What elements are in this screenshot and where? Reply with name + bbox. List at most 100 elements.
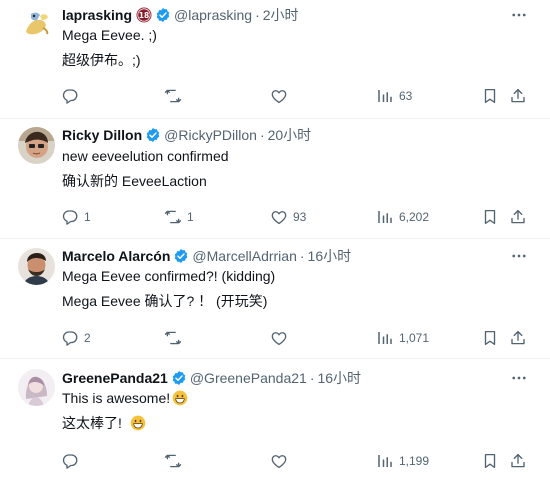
- view-count: 63: [399, 89, 413, 103]
- reply-icon: [61, 208, 79, 226]
- retweet-button[interactable]: 1: [164, 207, 194, 227]
- timestamp[interactable]: 2小时: [263, 5, 299, 25]
- reply-button[interactable]: [61, 86, 84, 106]
- tweet[interactable]: Marcelo Alarcón @MarcellAdrrian · 16小时 M…: [0, 239, 550, 359]
- like-button[interactable]: 93: [270, 207, 306, 227]
- display-name[interactable]: Ricky Dillon: [62, 127, 142, 143]
- share-button[interactable]: [509, 207, 527, 227]
- like-icon: [270, 329, 288, 347]
- handle[interactable]: @laprasking: [174, 7, 252, 23]
- tweet-header: Marcelo Alarcón @MarcellAdrrian · 16小时: [62, 246, 351, 266]
- display-name[interactable]: Marcelo Alarcón: [62, 248, 170, 264]
- tweet-translation: Mega Eevee 确认了? ！ (开玩笑): [62, 293, 268, 309]
- tweet-translation-content: 这太棒了!: [62, 415, 122, 431]
- retweet-icon: [164, 208, 182, 226]
- retweet-icon: [164, 87, 182, 105]
- reply-button[interactable]: [61, 451, 84, 471]
- timestamp[interactable]: 16小时: [308, 246, 352, 266]
- retweet-icon: [164, 329, 182, 347]
- views-button[interactable]: 1,199: [376, 451, 429, 471]
- view-count: 6,202: [399, 210, 430, 224]
- handle[interactable]: @RickyPDillon: [164, 127, 257, 143]
- age-badge-icon: 18: [136, 7, 152, 23]
- share-button[interactable]: [509, 86, 527, 106]
- views-icon: [376, 208, 394, 226]
- action-bar: 1,199: [0, 451, 550, 471]
- like-button[interactable]: [270, 328, 293, 348]
- like-icon: [270, 208, 288, 226]
- avatar[interactable]: [18, 6, 55, 43]
- retweet-count: 1: [187, 210, 194, 224]
- age-badge-text: 18: [139, 11, 149, 20]
- tweet-text: Mega Eevee. ;): [62, 27, 157, 43]
- display-name[interactable]: laprasking: [62, 7, 132, 23]
- action-bar: 63: [0, 86, 550, 106]
- view-count: 1,199: [399, 454, 430, 468]
- share-icon: [509, 87, 527, 105]
- like-button[interactable]: [270, 451, 293, 471]
- reply-icon: [61, 87, 79, 105]
- views-button[interactable]: 63: [376, 86, 412, 106]
- verified-badge-icon: [173, 248, 189, 264]
- separator-dot: ·: [259, 127, 265, 143]
- reply-icon: [61, 329, 79, 347]
- tweet-translation: 这太棒了!: [62, 414, 146, 432]
- bookmark-button[interactable]: [481, 207, 499, 227]
- view-count: 1,071: [399, 331, 430, 345]
- bookmark-icon: [481, 452, 499, 470]
- tweet-translation: 超级伊布。;): [62, 52, 141, 68]
- bookmark-button[interactable]: [481, 328, 499, 348]
- tweet-header: laprasking 18 @laprasking · 2小时: [62, 5, 299, 25]
- tweet-text: new eeveelution confirmed: [62, 148, 229, 164]
- reply-count: 1: [84, 210, 91, 224]
- share-icon: [509, 329, 527, 347]
- grinning-emoji-icon: [130, 415, 146, 431]
- bookmark-icon: [481, 208, 499, 226]
- views-icon: [376, 87, 394, 105]
- handle[interactable]: @GreenePanda21: [190, 370, 307, 386]
- action-bar: 1 1 93 6,202: [0, 207, 550, 227]
- more-icon[interactable]: [510, 247, 528, 265]
- share-button[interactable]: [509, 328, 527, 348]
- separator-dot: ·: [299, 248, 305, 264]
- more-icon[interactable]: [510, 6, 528, 24]
- timestamp[interactable]: 20小时: [268, 125, 312, 145]
- timestamp[interactable]: 16小时: [317, 368, 361, 388]
- bookmark-button[interactable]: [481, 86, 499, 106]
- reply-button[interactable]: 1: [61, 207, 91, 227]
- views-icon: [376, 452, 394, 470]
- tweet-text: This is awesome!: [62, 389, 188, 407]
- tweet-header: Ricky Dillon @RickyPDillon · 20小时: [62, 125, 311, 145]
- reply-count: 2: [84, 331, 91, 345]
- retweet-button[interactable]: [164, 451, 187, 471]
- tweet[interactable]: laprasking 18 @laprasking · 2小时 Mega Eev…: [0, 0, 550, 119]
- grinning-emoji-icon: [172, 390, 188, 406]
- share-button[interactable]: [509, 451, 527, 471]
- verified-badge-icon: [155, 7, 171, 23]
- tweet-text: Mega Eevee confirmed?! (kidding): [62, 268, 276, 284]
- verified-badge-icon: [145, 127, 161, 143]
- avatar[interactable]: [18, 369, 55, 406]
- like-button[interactable]: [270, 86, 293, 106]
- bookmark-icon: [481, 87, 499, 105]
- views-button[interactable]: 1,071: [376, 328, 429, 348]
- retweet-button[interactable]: [164, 86, 187, 106]
- avatar[interactable]: [18, 248, 55, 285]
- like-count: 93: [293, 210, 307, 224]
- display-name[interactable]: GreenePanda21: [62, 370, 168, 386]
- separator-dot: ·: [255, 7, 260, 23]
- tweet-text-content: This is awesome!: [62, 390, 171, 406]
- bookmark-button[interactable]: [481, 451, 499, 471]
- views-icon: [376, 329, 394, 347]
- avatar[interactable]: [18, 127, 55, 164]
- more-icon[interactable]: [510, 369, 528, 387]
- like-icon: [270, 87, 288, 105]
- views-button[interactable]: 6,202: [376, 207, 429, 227]
- retweet-button[interactable]: [164, 328, 187, 348]
- handle[interactable]: @MarcellAdrrian: [192, 248, 296, 264]
- reply-icon: [61, 452, 79, 470]
- like-icon: [270, 452, 288, 470]
- reply-button[interactable]: 2: [61, 328, 91, 348]
- tweet[interactable]: GreenePanda21 @GreenePanda21 · 16小时 This…: [0, 359, 550, 483]
- tweet[interactable]: Ricky Dillon @RickyPDillon · 20小时 new ee…: [0, 119, 550, 239]
